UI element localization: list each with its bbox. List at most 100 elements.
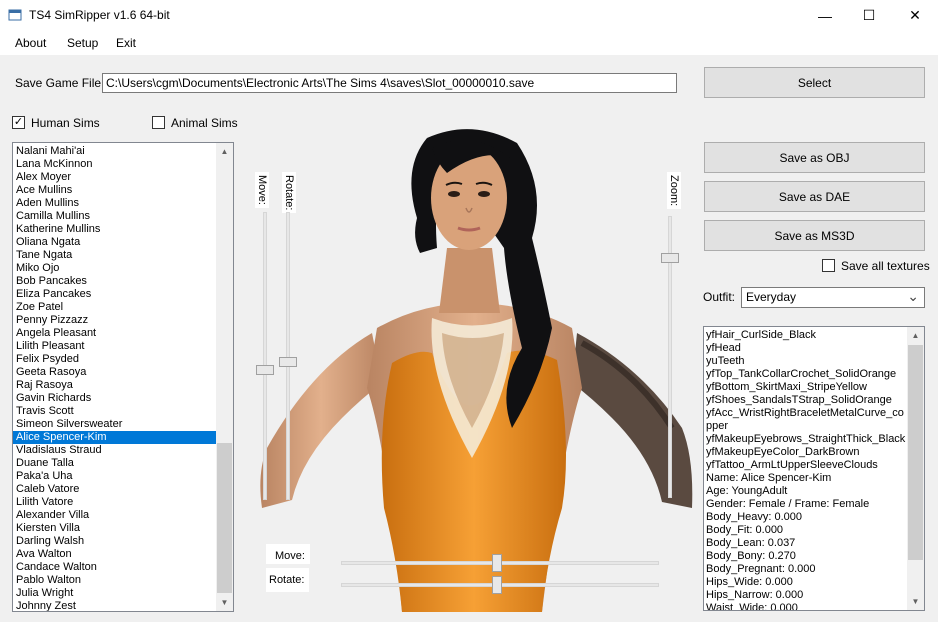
sim-list-item[interactable]: Vladislaus Straud	[13, 444, 217, 457]
sim-list-item[interactable]: Paka'a Uha	[13, 470, 217, 483]
info-list-item[interactable]: Body_Pregnant: 0.000	[704, 563, 908, 576]
sim-list-item[interactable]: Darling Walsh	[13, 535, 217, 548]
sim-list-item[interactable]: Travis Scott	[13, 405, 217, 418]
move-slider-thumb[interactable]	[256, 365, 274, 376]
save-obj-button[interactable]: Save as OBJ	[704, 142, 925, 173]
info-list-item[interactable]: Body_Fit: 0.000	[704, 524, 908, 537]
sim-list-item[interactable]: Alice Spencer-Kim	[13, 431, 217, 444]
save-dae-button[interactable]: Save as DAE	[704, 181, 925, 212]
save-textures-label: Save all textures	[841, 259, 930, 273]
scroll-down-icon[interactable]: ▼	[216, 594, 233, 611]
info-list-item[interactable]: Waist_Wide: 0.000	[704, 602, 908, 610]
sim-list-item[interactable]: Ace Mullins	[13, 184, 217, 197]
sim-list-item[interactable]: Alex Moyer	[13, 171, 217, 184]
info-list-item[interactable]: Age: YoungAdult	[704, 485, 908, 498]
sim-list-item[interactable]: Bob Pancakes	[13, 275, 217, 288]
info-list-item[interactable]: yfBottom_SkirtMaxi_StripeYellow	[704, 381, 908, 394]
close-button[interactable]: ✕	[892, 0, 938, 31]
info-list-item[interactable]: Hips_Narrow: 0.000	[704, 589, 908, 602]
sim-list-item[interactable]: Julia Wright	[13, 587, 217, 600]
zoom-slider-thumb[interactable]	[661, 253, 679, 264]
sim-list-item[interactable]: Gavin Richards	[13, 392, 217, 405]
sim-list-item[interactable]: Oliana Ngata	[13, 236, 217, 249]
info-list-item[interactable]: Body_Bony: 0.270	[704, 550, 908, 563]
save-ms3d-button[interactable]: Save as MS3D	[704, 220, 925, 251]
info-list-item[interactable]: yfTattoo_ArmLtUpperSleeveClouds	[704, 459, 908, 472]
save-game-path-field[interactable]: C:\Users\cgm\Documents\Electronic Arts\T…	[102, 73, 677, 93]
maximize-icon: ☐	[862, 7, 876, 23]
menu-about[interactable]: About	[15, 36, 46, 50]
checkmark-icon: ✓	[13, 116, 24, 128]
scroll-down-icon[interactable]: ▼	[907, 593, 924, 610]
sim-list-item[interactable]: Katherine Mullins	[13, 223, 217, 236]
sim-list-item[interactable]: Kiersten Villa	[13, 522, 217, 535]
scrollbar-thumb[interactable]	[908, 345, 923, 560]
sim-list-item[interactable]: Lana McKinnon	[13, 158, 217, 171]
sim-list-item[interactable]: Johnny Zest	[13, 600, 217, 611]
chevron-down-icon: ⌄	[907, 288, 919, 304]
sim-list-item[interactable]: Zoe Patel	[13, 301, 217, 314]
info-list-item[interactable]: yfHead	[704, 342, 908, 355]
sim-info-list[interactable]: yfHair_CurlSide_Black yfHead yuTeeth yfTop_…	[703, 326, 925, 611]
h-move-slider-thumb[interactable]	[491, 554, 502, 572]
info-list-item[interactable]: yuTeeth	[704, 355, 908, 368]
h-rotate-slider-thumb[interactable]	[491, 576, 502, 594]
minimize-button[interactable]: —	[802, 0, 848, 31]
move-slider-label: Move:	[255, 172, 269, 208]
scroll-up-icon[interactable]: ▲	[216, 143, 233, 160]
info-list-item[interactable]: Gender: Female / Frame: Female	[704, 498, 908, 511]
sim-list-item[interactable]: Ava Walton	[13, 548, 217, 561]
info-list-item[interactable]: yfShoes_SandalsTStrap_SolidOrange	[704, 394, 908, 407]
scrollbar-thumb[interactable]	[217, 443, 232, 593]
sim-list-item[interactable]: Aden Mullins	[13, 197, 217, 210]
maximize-button[interactable]: ☐	[846, 0, 892, 31]
rotate-slider-label: Rotate:	[282, 172, 296, 214]
info-list-item[interactable]: yfHair_CurlSide_Black	[704, 329, 908, 342]
info-list-item[interactable]: yfTop_TankCollarCrochet_SolidOrange	[704, 368, 908, 381]
move-slider-track[interactable]	[263, 212, 267, 500]
menu-exit[interactable]: Exit	[116, 36, 136, 50]
sim-list-item[interactable]: Geeta Rasoya	[13, 366, 217, 379]
sim-list-item[interactable]: Felix Psyded	[13, 353, 217, 366]
sim-list-item[interactable]: Duane Talla	[13, 457, 217, 470]
sim-list[interactable]: Nalani Mahi'ai Lana McKinnon Alex Moyer Ace…	[12, 142, 234, 612]
sim-list-item[interactable]: Nalani Mahi'ai	[13, 145, 217, 158]
rotate-slider-thumb[interactable]	[279, 356, 297, 367]
info-list-item[interactable]: yfMakeupEyeColor_DarkBrown	[704, 446, 908, 459]
sim-list-item[interactable]: Candace Walton	[13, 561, 217, 574]
menu-setup[interactable]: Setup	[67, 36, 98, 50]
sim-list-items: Nalani Mahi'ai Lana McKinnon Alex Moyer Ace…	[13, 145, 217, 611]
select-button[interactable]: Select	[704, 67, 925, 98]
h-move-slider-label: Move:	[266, 544, 310, 564]
sim-list-item[interactable]: Miko Ojo	[13, 262, 217, 275]
human-sims-checkbox[interactable]: ✓	[12, 116, 25, 129]
save-textures-checkbox[interactable]	[822, 259, 835, 272]
sim-list-item[interactable]: Angela Pleasant	[13, 327, 217, 340]
info-list-item[interactable]: Name: Alice Spencer-Kim	[704, 472, 908, 485]
menu-bar	[0, 31, 938, 55]
info-list-item[interactable]: Body_Heavy: 0.000	[704, 511, 908, 524]
info-list-item[interactable]: yfMakeupEyebrows_StraightThick_Black	[704, 433, 908, 446]
info-list-scrollbar[interactable]: ▲ ▼	[907, 327, 924, 610]
info-list-item[interactable]: Body_Lean: 0.037	[704, 537, 908, 550]
sim-list-item[interactable]: Caleb Vatore	[13, 483, 217, 496]
sim-list-scrollbar[interactable]: ▲ ▼	[216, 143, 233, 611]
zoom-slider-label: Zoom:	[667, 172, 681, 210]
sim-list-item[interactable]: Lilith Vatore	[13, 496, 217, 509]
sim-list-item[interactable]: Tane Ngata	[13, 249, 217, 262]
sim-list-item[interactable]: Eliza Pancakes	[13, 288, 217, 301]
info-list-item[interactable]: Hips_Wide: 0.000	[704, 576, 908, 589]
sim-list-item[interactable]: Simeon Silversweater	[13, 418, 217, 431]
model-viewport[interactable]: Move: Rotate: Zoom: Move: Rotate:	[242, 128, 697, 612]
window-title: TS4 SimRipper v1.6 64-bit	[29, 8, 170, 22]
sim-list-item[interactable]: Penny Pizzazz	[13, 314, 217, 327]
sim-list-item[interactable]: Raj Rasoya	[13, 379, 217, 392]
outfit-select[interactable]: Everyday ⌄	[741, 287, 925, 308]
sim-list-item[interactable]: Lilith Pleasant	[13, 340, 217, 353]
scroll-up-icon[interactable]: ▲	[907, 327, 924, 344]
animal-sims-checkbox[interactable]	[152, 116, 165, 129]
sim-list-item[interactable]: Camilla Mullins	[13, 210, 217, 223]
info-list-item[interactable]: yfAcc_WristRightBraceletMetalCurve_coppe…	[704, 407, 908, 433]
sim-list-item[interactable]: Pablo Walton	[13, 574, 217, 587]
sim-list-item[interactable]: Alexander Villa	[13, 509, 217, 522]
